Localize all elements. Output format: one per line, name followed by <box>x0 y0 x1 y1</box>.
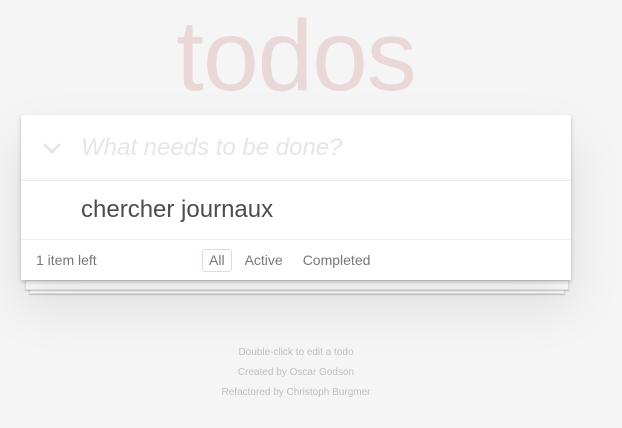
filter-active[interactable]: Active <box>238 249 290 272</box>
todo-list: chercher journaux <box>21 181 571 240</box>
filter-all[interactable]: All <box>202 249 232 272</box>
stack-sheet <box>25 280 569 290</box>
new-todo-input[interactable] <box>81 115 561 180</box>
info-footer: Double-click to edit a todo Created by O… <box>0 343 592 403</box>
info-edit-hint: Double-click to edit a todo <box>238 347 354 358</box>
todo-count: 1 item left <box>36 252 97 268</box>
todo-label[interactable]: chercher journaux <box>81 181 273 239</box>
app-title: todos <box>176 0 417 112</box>
todo-footer: 1 item left All Active Completed <box>21 240 571 280</box>
todo-app: chercher journaux 1 item left All Active… <box>21 115 571 280</box>
filters: All Active Completed <box>202 249 377 272</box>
filter-completed[interactable]: Completed <box>296 249 378 272</box>
new-todo-header <box>21 115 571 181</box>
todo-item[interactable]: chercher journaux <box>21 181 571 240</box>
info-created-by: Created by Oscar Godson <box>237 367 355 378</box>
info-refactored-by: Refactored by Christoph Burgmer <box>221 387 371 398</box>
chevron-down-icon[interactable] <box>35 135 69 165</box>
